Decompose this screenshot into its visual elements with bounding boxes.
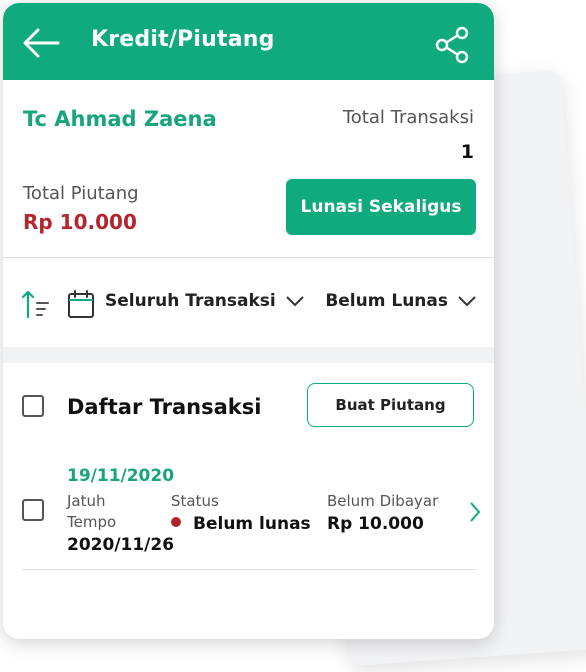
status-value: Belum lunas — [193, 514, 311, 534]
transaction-date: 19/11/2020 — [67, 466, 175, 486]
total-piutang-value: Rp 10.000 — [23, 210, 137, 234]
total-piutang-label: Total Piutang — [23, 183, 139, 204]
status-filter-dropdown[interactable]: Belum Lunas — [325, 291, 476, 311]
list-title: Daftar Transaksi — [67, 395, 262, 419]
status-value-wrap: Belum lunas — [171, 514, 311, 534]
transaction-row[interactable]: 19/11/2020 Jatuh Tempo 2020/11/26 Status… — [3, 458, 494, 570]
arrow-left-icon — [23, 28, 60, 58]
chevron-right-icon — [470, 502, 481, 522]
app-bar: Kredit/Piutang — [3, 3, 494, 80]
unpaid-value: Rp 10.000 — [327, 514, 424, 534]
sort-button[interactable] — [21, 289, 51, 319]
status-label: Status — [171, 492, 219, 510]
page-title: Kredit/Piutang — [91, 27, 275, 52]
period-filter-label: Seluruh Transaksi — [105, 291, 276, 311]
customer-name: Tc Ahmad Zaena — [23, 107, 217, 131]
period-filter-dropdown[interactable]: Seluruh Transaksi — [105, 291, 304, 311]
calendar-button[interactable] — [67, 289, 95, 319]
unpaid-label: Belum Dibayar — [327, 492, 439, 510]
sort-icon — [21, 290, 49, 319]
due-date-label-line2: Tempo — [67, 513, 117, 531]
total-transaksi-value: 1 — [460, 141, 474, 163]
transaction-checkbox[interactable] — [22, 499, 44, 521]
total-transaksi-label: Total Transaksi — [342, 107, 474, 128]
calendar-icon — [68, 290, 94, 318]
app-screen: Kredit/Piutang Tc Ahmad Zaena Total Tran… — [3, 3, 494, 639]
status-dot-icon — [171, 517, 181, 527]
share-icon — [435, 26, 469, 64]
lunasi-sekaligus-button[interactable]: Lunasi Sekaligus — [286, 179, 476, 235]
chevron-down-icon — [286, 296, 304, 307]
status-filter-label: Belum Lunas — [325, 291, 448, 311]
due-date-label-line1: Jatuh — [67, 492, 106, 510]
filter-bar: Seluruh Transaksi Belum Lunas — [3, 271, 494, 335]
row-divider — [21, 569, 476, 570]
buat-piutang-button[interactable]: Buat Piutang — [307, 383, 474, 427]
chevron-down-icon — [458, 296, 476, 307]
due-date-value: 2020/11/26 — [67, 535, 175, 555]
share-button[interactable] — [433, 25, 473, 65]
back-button[interactable] — [21, 25, 61, 61]
select-all-checkbox[interactable] — [22, 395, 44, 417]
divider — [3, 257, 494, 258]
section-separator — [3, 347, 494, 363]
